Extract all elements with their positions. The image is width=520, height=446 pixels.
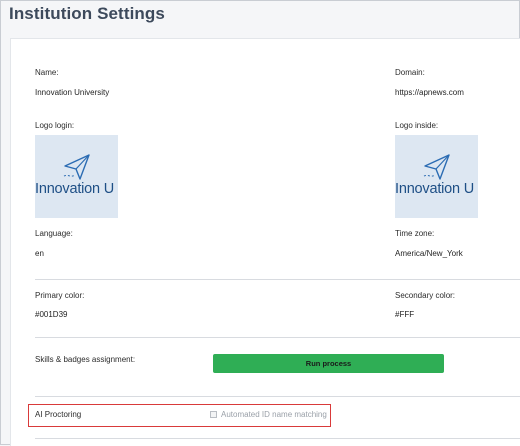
logo-login-label: Logo login: <box>35 121 75 130</box>
paper-plane-icon <box>63 154 90 180</box>
time-zone-value: America/New_York <box>395 249 463 258</box>
language-value: en <box>35 249 44 258</box>
logo-login-text: Innovation U <box>35 181 115 197</box>
secondary-color-label: Secondary color: <box>395 291 456 300</box>
page-title: Institution Settings <box>9 4 165 23</box>
logo-login-image[interactable]: Innovation U <box>35 135 118 218</box>
divider <box>35 279 520 280</box>
divider <box>35 396 520 397</box>
run-process-button[interactable]: Run process <box>213 354 444 373</box>
secondary-color-value: #FFF <box>395 310 415 319</box>
logo-inside-text: Innovation U <box>395 181 475 197</box>
logo-inside-label: Logo inside: <box>395 121 439 130</box>
primary-color-label: Primary color: <box>35 291 85 300</box>
divider <box>35 438 520 439</box>
domain-label: Domain: <box>395 68 425 77</box>
divider <box>35 337 520 338</box>
language-label: Language: <box>35 229 73 238</box>
name-label: Name: <box>35 68 59 77</box>
settings-card: Name: Innovation University Domain: http… <box>10 38 520 446</box>
automated-id-name-matching-checkbox[interactable] <box>210 411 217 418</box>
domain-value: https://apnews.com <box>395 88 464 97</box>
name-value: Innovation University <box>35 88 110 97</box>
skills-badges-label: Skills & badges assignment: <box>35 355 136 364</box>
ai-proctoring-label: AI Proctoring <box>35 410 82 419</box>
time-zone-label: Time zone: <box>395 229 435 238</box>
automated-id-name-matching-label[interactable]: Automated ID name matching <box>221 410 327 419</box>
paper-plane-icon <box>423 154 450 180</box>
primary-color-value: #001D39 <box>35 310 68 319</box>
logo-inside-image[interactable]: Innovation U <box>395 135 478 218</box>
